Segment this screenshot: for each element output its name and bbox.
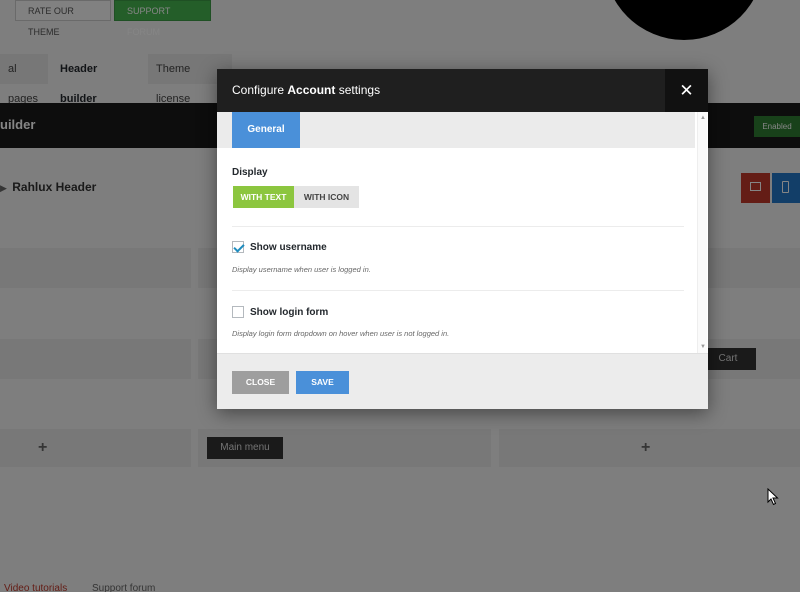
modal-scrollbar[interactable]: ▲ ▼ [697,112,707,353]
divider [232,290,684,291]
with-text-option[interactable]: WITH TEXT [233,186,294,208]
modal-tabbar: General [217,112,695,148]
modal-title-strong: Account [287,83,336,97]
modal-header: Configure Account settings ✕ [217,69,708,112]
show-login-form-option[interactable]: Show login form [232,305,328,319]
show-login-form-checkbox[interactable] [232,306,244,318]
modal-body: General Display WITH TEXT WITH ICON Show… [217,112,708,353]
scroll-up-icon[interactable]: ▲ [699,114,707,122]
show-username-label[interactable]: Show username [250,242,327,253]
display-toggle-group: WITH TEXT WITH ICON [233,186,359,208]
show-username-option[interactable]: Show username [232,240,327,254]
account-settings-modal: Configure Account settings ✕ General Dis… [217,69,708,409]
divider [232,226,684,227]
show-username-checkbox[interactable] [232,241,244,253]
save-button[interactable]: SAVE [296,371,349,394]
close-icon[interactable]: ✕ [665,69,708,112]
show-login-form-help: Display login form dropdown on hover whe… [232,329,450,338]
tab-general[interactable]: General [232,112,300,148]
mouse-cursor-icon [767,488,779,506]
scroll-down-icon[interactable]: ▼ [699,343,707,351]
modal-title-suffix: settings [335,83,381,97]
display-label: Display [232,167,268,178]
modal-title: Configure Account settings [232,83,380,97]
with-icon-option[interactable]: WITH ICON [294,186,359,208]
close-button[interactable]: CLOSE [232,371,289,394]
show-username-help: Display username when user is logged in. [232,265,371,274]
modal-title-prefix: Configure [232,83,288,97]
modal-footer: CLOSE SAVE [217,353,708,409]
show-login-form-label[interactable]: Show login form [250,307,328,318]
